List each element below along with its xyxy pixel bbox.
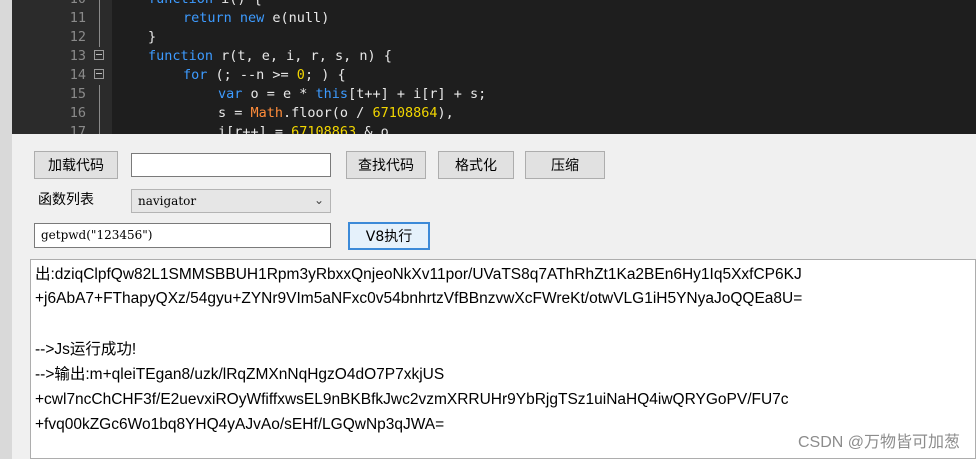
- code-token: o = e *: [250, 86, 316, 102]
- control-panel: 加载代码 查找代码 格式化 压缩 函数列表 navigator ⌄ getpwd…: [12, 134, 976, 259]
- line-number: 15: [69, 86, 86, 102]
- find-code-label: 查找代码: [358, 158, 414, 174]
- code-text: var o = e * this[t++] + i[r] + s;: [218, 85, 486, 104]
- compress-button[interactable]: 压缩: [525, 151, 605, 179]
- code-token: i() {: [221, 0, 262, 7]
- output-line: +cwl7ncChCHF3f/E2uevxiROyWfiffxwsEL9nBKB…: [35, 391, 789, 408]
- code-text: return new e(null): [183, 9, 329, 28]
- fold-toggle-icon[interactable]: [94, 69, 104, 79]
- code-token: }: [148, 29, 157, 45]
- v8-execute-label: V8执行: [365, 229, 413, 245]
- function-list-selected: navigator: [138, 194, 197, 208]
- code-token: ; ) {: [304, 67, 346, 83]
- code-token: 0: [296, 67, 305, 83]
- code-line: 12}: [12, 28, 976, 47]
- fold-guide: [99, 85, 100, 104]
- code-editor[interactable]: 10function i() {11return new e(null)12}1…: [12, 0, 976, 134]
- line-number: 11: [69, 10, 86, 26]
- fold-guide: [99, 0, 100, 9]
- format-button[interactable]: 格式化: [438, 151, 514, 179]
- code-token: s =: [218, 105, 251, 121]
- output-line: +j6AbA7+FThapyQXz/54gyu+ZYNr9VIm5aNFxc0v…: [35, 290, 803, 307]
- function-list-label: 函数列表: [38, 192, 94, 208]
- code-line: 14 for (; --n >= 0; ) {: [12, 66, 976, 85]
- find-code-button[interactable]: 查找代码: [346, 151, 426, 179]
- code-line: 11 return new e(null): [12, 9, 976, 28]
- fold-guide: [99, 104, 100, 123]
- code-token: [t++] + i[r] + s;: [348, 86, 487, 102]
- code-line: 17 i[r++] = 67108863 & o: [12, 123, 976, 134]
- line-number: 16: [69, 105, 86, 121]
- exec-expression-input[interactable]: getpwd("123456"): [34, 223, 331, 248]
- line-number: 10: [58, 0, 86, 9]
- code-token: & o: [356, 124, 389, 134]
- code-line: 16 s = Math.floor(o / 67108864),: [12, 104, 976, 123]
- compress-label: 压缩: [551, 158, 579, 174]
- output-line: -->Js运行成功!: [35, 341, 137, 358]
- code-token: (; --n >=: [215, 67, 297, 83]
- code-token: r(t, e, i, r, s, n) {: [221, 48, 392, 64]
- function-list-select[interactable]: navigator ⌄: [131, 189, 331, 213]
- code-text: i[r++] = 67108863 & o: [218, 123, 389, 134]
- code-token: e(null): [272, 10, 330, 26]
- load-code-label: 加载代码: [48, 158, 104, 174]
- code-token: new: [239, 10, 273, 26]
- search-code-input[interactable]: [131, 153, 331, 177]
- line-number: 17: [69, 124, 86, 134]
- fold-toggle-icon[interactable]: [94, 50, 104, 60]
- fold-guide: [99, 28, 100, 47]
- code-token: Math: [250, 105, 284, 121]
- code-text: function r(t, e, i, r, s, n) {: [148, 47, 392, 66]
- code-token: 67108864: [372, 105, 438, 121]
- code-token: return: [183, 10, 240, 26]
- code-token: this: [315, 86, 349, 102]
- code-token: function: [148, 48, 222, 64]
- load-code-button[interactable]: 加载代码: [34, 151, 118, 179]
- code-token: 67108863: [291, 124, 357, 134]
- code-line: 15 var o = e * this[t++] + i[r] + s;: [12, 85, 976, 104]
- code-text: function i() {: [148, 0, 262, 9]
- code-token: ),: [437, 105, 454, 121]
- code-text: }: [148, 28, 156, 47]
- line-number: 13: [69, 48, 86, 64]
- code-line: 10 function i() {: [12, 0, 976, 9]
- output-margin: [12, 259, 28, 459]
- line-number: 14: [69, 67, 86, 83]
- watermark: CSDN @万物皆可加葱: [797, 434, 960, 451]
- code-token: for: [183, 67, 216, 83]
- code-text: s = Math.floor(o / 67108864),: [218, 104, 454, 123]
- output-line: 出:dziqClpfQw82L1SMMSBBUH1Rpm3yRbxxQnjeoN…: [35, 266, 802, 283]
- code-token: var: [218, 86, 251, 102]
- format-label: 格式化: [455, 158, 497, 174]
- code-token: i[r++] =: [218, 124, 292, 134]
- output-line: +fvq00kZGc6Wo1bq8YHQ4yAJvAo/sEHf/LGQwNp3…: [35, 416, 445, 433]
- code-token: .floor(o /: [283, 105, 373, 121]
- chevron-down-icon: ⌄: [313, 193, 324, 207]
- code-line: 13 function r(t, e, i, r, s, n) {: [12, 47, 976, 66]
- output-line: -->输出:m+qleiTEgan8/uzk/lRqZMXnNqHgzO4dO7…: [35, 366, 445, 383]
- v8-execute-button[interactable]: V8执行: [348, 222, 430, 250]
- code-text: for (; --n >= 0; ) {: [183, 66, 346, 85]
- fold-guide: [99, 123, 100, 134]
- fold-guide: [99, 9, 100, 28]
- line-number: 12: [69, 29, 86, 45]
- code-token: function: [148, 0, 221, 7]
